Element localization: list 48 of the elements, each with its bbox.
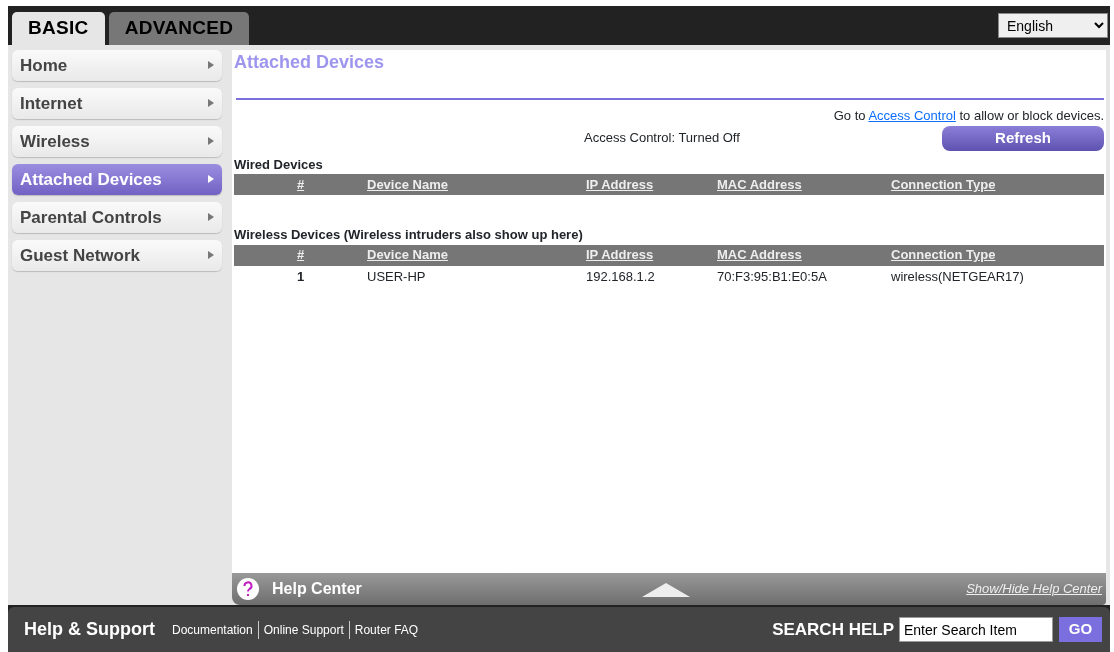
arrow-icon — [208, 251, 214, 260]
help-center-title: Help Center — [272, 579, 362, 599]
access-status: Access Control: Turned Off — [584, 129, 740, 148]
section-title: Wireless Devices (Wireless intruders also show up here) — [234, 226, 584, 244]
arrow-icon — [208, 61, 214, 70]
help-icon[interactable] — [236, 577, 260, 601]
table-cell: 1 — [234, 265, 367, 288]
access-control-link[interactable]: Access Control — [868, 108, 956, 123]
search-field[interactable]: Enter Search Item — [899, 617, 1053, 642]
section-title: Wired Devices — [234, 155, 324, 174]
column-header[interactable]: MAC Address — [717, 244, 891, 266]
column-header[interactable]: # — [234, 174, 367, 195]
arrow-icon — [208, 213, 214, 222]
refresh-button[interactable]: Refresh — [942, 125, 1104, 151]
column-header[interactable]: Connection Type — [891, 244, 1104, 266]
go-button[interactable]: GO — [1059, 617, 1102, 642]
sidebar-item[interactable]: Guest Network — [12, 240, 222, 271]
show-hide-link[interactable]: Show/Hide Help Center — [966, 579, 1102, 599]
column-header[interactable]: # — [234, 244, 367, 266]
footer-link[interactable]: Documentation — [167, 620, 258, 639]
column-header[interactable]: IP Address — [586, 244, 717, 266]
table-cell: 192.168.1.2 — [586, 265, 717, 288]
column-header[interactable]: IP Address — [586, 174, 717, 195]
access-note: Go to Access Control to allow or block devices. — [832, 107, 1104, 125]
column-header[interactable]: Device Name — [367, 174, 586, 195]
footer-title: Help & Support — [24, 618, 155, 641]
tab[interactable]: BASIC — [12, 12, 105, 45]
arrow-icon — [208, 137, 214, 146]
sidebar-item[interactable]: Wireless — [12, 126, 222, 157]
table-cell: USER-HP — [367, 265, 586, 288]
search-label: SEARCH HELP — [772, 618, 894, 641]
table-cell: wireless(NETGEAR17) — [891, 265, 1104, 288]
language-select[interactable]: English — [998, 13, 1108, 38]
sidebar-item[interactable]: Parental Controls — [12, 202, 222, 233]
arrow-icon — [208, 99, 214, 108]
sidebar-item[interactable]: Attached Devices — [12, 164, 222, 195]
arrow-icon — [208, 175, 214, 184]
footer-link[interactable]: Router FAQ — [349, 620, 424, 639]
sidebar-item[interactable]: Home — [12, 50, 222, 81]
page-title: Attached Devices — [234, 52, 386, 74]
column-header[interactable]: MAC Address — [717, 174, 891, 195]
tab[interactable]: ADVANCED — [108, 12, 250, 45]
footer-link[interactable]: Online Support — [258, 620, 349, 639]
column-header[interactable]: Connection Type — [891, 174, 1104, 195]
collapse-arrow-icon[interactable] — [641, 581, 690, 597]
sidebar-item[interactable]: Internet — [12, 88, 222, 119]
table-cell: 70:F3:95:B1:E0:5A — [717, 265, 891, 288]
column-header[interactable]: Device Name — [367, 244, 586, 266]
